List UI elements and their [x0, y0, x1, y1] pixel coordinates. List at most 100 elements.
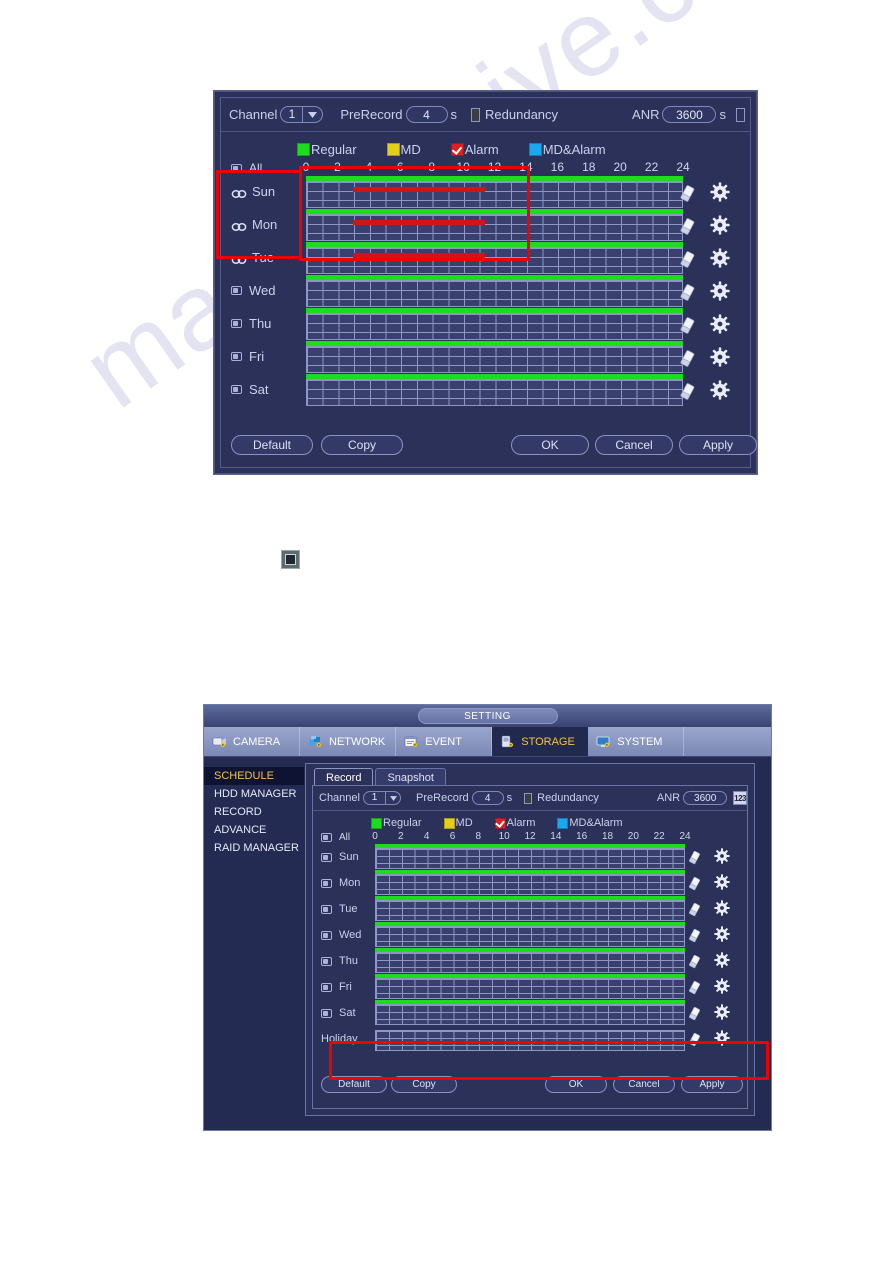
- sidebar-item-hdd-manager[interactable]: HDD MANAGER: [204, 785, 304, 803]
- time-cell-grid[interactable]: [306, 313, 683, 340]
- subtab-snapshot[interactable]: Snapshot: [375, 768, 446, 786]
- tab-network[interactable]: NETWORK: [300, 727, 397, 756]
- day-selector-wed[interactable]: Wed: [321, 929, 361, 941]
- checkbox-icon[interactable]: [231, 385, 242, 394]
- gear-icon[interactable]: [714, 900, 730, 921]
- alarm-period-bar[interactable]: [353, 253, 486, 258]
- tab-storage[interactable]: STORAGE: [492, 727, 589, 756]
- time-cell-grid[interactable]: [375, 952, 685, 973]
- ok-button[interactable]: OK: [511, 435, 589, 455]
- eraser-icon[interactable]: [678, 283, 696, 308]
- eraser-icon[interactable]: [687, 928, 701, 949]
- eraser-icon[interactable]: [687, 1006, 701, 1027]
- eraser-icon[interactable]: [687, 954, 701, 975]
- gear-icon[interactable]: [710, 314, 730, 339]
- cancel-button[interactable]: Cancel: [613, 1076, 675, 1093]
- default-button[interactable]: Default: [321, 1076, 387, 1093]
- sidebar-item-schedule[interactable]: SCHEDULE: [204, 767, 304, 785]
- time-cell-grid[interactable]: [306, 181, 683, 208]
- gear-icon[interactable]: [714, 1030, 730, 1051]
- sidebar-item-raid-manager[interactable]: RAID MANAGER: [204, 839, 304, 857]
- legend-item-regular[interactable]: Regular: [371, 817, 422, 829]
- gear-icon[interactable]: [714, 978, 730, 999]
- link-icon[interactable]: [231, 187, 247, 198]
- checkbox-icon[interactable]: [321, 930, 332, 940]
- day-selector-sun[interactable]: Sun: [231, 184, 275, 199]
- legend-item-alarm[interactable]: Alarm: [494, 817, 535, 829]
- eraser-icon[interactable]: [678, 184, 696, 209]
- day-selector-tue[interactable]: Tue: [231, 250, 274, 265]
- checkbox-icon[interactable]: [321, 904, 332, 914]
- redundancy-checkbox[interactable]: [524, 792, 533, 804]
- default-button[interactable]: Default: [231, 435, 313, 455]
- day-selector-sun[interactable]: Sun: [321, 851, 359, 863]
- legend-item-md[interactable]: MD: [386, 142, 421, 157]
- link-icon[interactable]: [231, 253, 247, 264]
- gear-icon[interactable]: [710, 380, 730, 405]
- eraser-icon[interactable]: [678, 250, 696, 275]
- eraser-icon[interactable]: [678, 217, 696, 242]
- gear-icon[interactable]: [714, 926, 730, 947]
- day-selector-mon[interactable]: Mon: [231, 217, 277, 232]
- time-cell-grid[interactable]: [306, 214, 683, 241]
- checkbox-icon[interactable]: [321, 878, 332, 888]
- ok-button[interactable]: OK: [545, 1076, 607, 1093]
- time-cell-grid[interactable]: [375, 978, 685, 999]
- checkbox-icon[interactable]: [321, 982, 332, 992]
- day-selector-tue[interactable]: Tue: [321, 903, 358, 915]
- anr-input[interactable]: 3600: [662, 106, 717, 123]
- time-cell-grid[interactable]: [375, 900, 685, 921]
- time-cell-grid[interactable]: [375, 1004, 685, 1025]
- prerecord-input[interactable]: 4: [471, 791, 504, 805]
- gear-icon[interactable]: [714, 848, 730, 869]
- checkbox-icon[interactable]: [231, 319, 242, 328]
- prerecord-input[interactable]: 4: [405, 106, 448, 123]
- eraser-icon[interactable]: [687, 850, 701, 871]
- day-selector-fri[interactable]: Fri: [231, 349, 264, 364]
- checkbox-icon[interactable]: [321, 956, 332, 966]
- gear-icon[interactable]: [710, 215, 730, 240]
- day-selector-fri[interactable]: Fri: [321, 981, 352, 993]
- day-selector-wed[interactable]: Wed: [231, 283, 276, 298]
- eraser-icon[interactable]: [678, 349, 696, 374]
- gear-icon[interactable]: [710, 182, 730, 207]
- legend-item-md[interactable]: MD: [443, 817, 473, 829]
- gear-icon[interactable]: [710, 281, 730, 306]
- time-cell-grid[interactable]: [306, 280, 683, 307]
- tab-event[interactable]: EVENT: [396, 727, 493, 756]
- gear-icon[interactable]: [710, 347, 730, 372]
- time-cell-grid[interactable]: [306, 247, 683, 274]
- time-cell-grid[interactable]: [375, 874, 685, 895]
- channel-select[interactable]: 1: [362, 791, 402, 805]
- day-selector-sat[interactable]: Sat: [231, 382, 269, 397]
- day-selector-thu[interactable]: Thu: [321, 955, 358, 967]
- time-cell-grid[interactable]: [306, 346, 683, 373]
- apply-button[interactable]: Apply: [679, 435, 757, 455]
- link-icon[interactable]: [231, 220, 247, 231]
- channel-select[interactable]: 1: [280, 106, 324, 123]
- copy-button[interactable]: Copy: [321, 435, 403, 455]
- copy-button[interactable]: Copy: [391, 1076, 457, 1093]
- legend-item-alarm[interactable]: Alarm: [450, 142, 499, 157]
- sidebar-item-advance[interactable]: ADVANCE: [204, 821, 304, 839]
- day-selector-thu[interactable]: Thu: [231, 316, 271, 331]
- eraser-icon[interactable]: [678, 382, 696, 407]
- cancel-button[interactable]: Cancel: [595, 435, 673, 455]
- checkbox-icon[interactable]: [321, 852, 332, 862]
- time-cell-grid[interactable]: [306, 379, 683, 406]
- tab-camera[interactable]: CAMERA: [204, 727, 300, 756]
- eraser-icon[interactable]: [687, 902, 701, 923]
- legend-item-md-alarm[interactable]: MD&Alarm: [557, 817, 623, 829]
- eraser-icon[interactable]: [687, 1032, 701, 1053]
- alarm-period-bar[interactable]: [353, 220, 486, 225]
- time-cell-grid[interactable]: [375, 1030, 685, 1051]
- tab-system[interactable]: SYSTEM: [588, 727, 685, 756]
- numeric-keypad-icon[interactable]: 123: [733, 791, 747, 805]
- anr-checkbox[interactable]: [735, 107, 745, 122]
- day-selector-sat[interactable]: Sat: [321, 1007, 356, 1019]
- eraser-icon[interactable]: [678, 316, 696, 341]
- gear-icon[interactable]: [714, 952, 730, 973]
- checkbox-icon[interactable]: [231, 286, 242, 295]
- time-cell-grid[interactable]: [375, 926, 685, 947]
- checkbox-icon[interactable]: [321, 1008, 332, 1018]
